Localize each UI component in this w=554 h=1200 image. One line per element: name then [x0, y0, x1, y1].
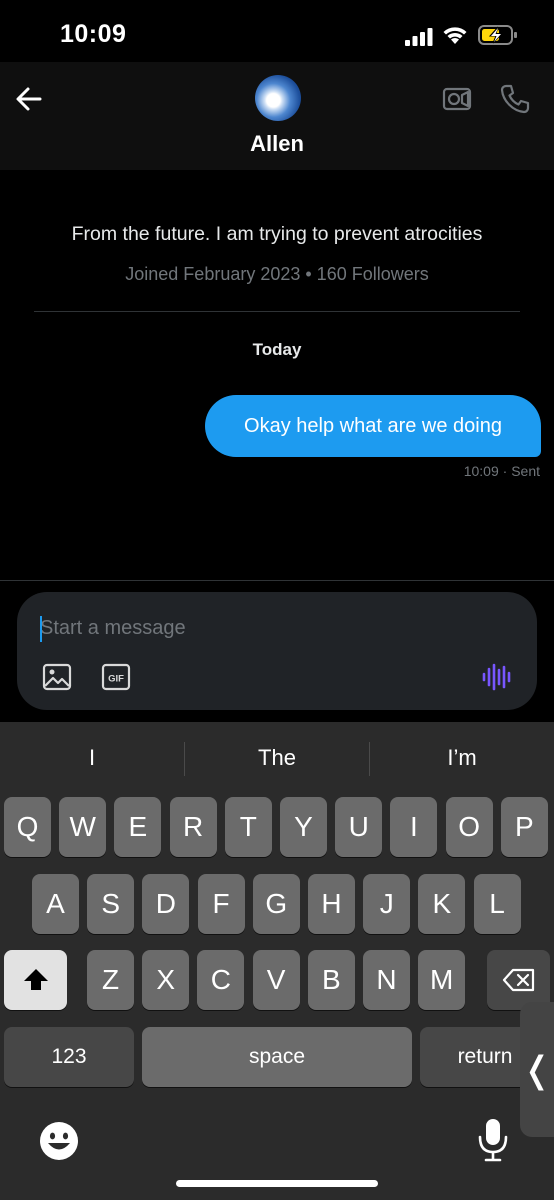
contact-name[interactable]: Allen	[0, 131, 554, 157]
keyboard: I The I’m QWERTYUIOP ASDFGHJKL ZXCVBNM 1…	[0, 722, 554, 1200]
key-n[interactable]: N	[363, 950, 410, 1010]
profile-bio: From the future. I am trying to prevent …	[71, 223, 483, 245]
key-l[interactable]: L	[473, 874, 521, 934]
emoji-icon[interactable]	[38, 1120, 80, 1162]
cellular-signal-icon	[405, 28, 433, 46]
key-i[interactable]: I	[390, 797, 438, 857]
key-x[interactable]: X	[142, 950, 190, 1010]
numbers-key[interactable]: 123	[4, 1027, 134, 1087]
keyboard-side-handle[interactable]: ❬	[520, 1002, 554, 1137]
status-time: 10:09	[60, 20, 127, 48]
key-u[interactable]: U	[335, 797, 383, 857]
key-r[interactable]: R	[169, 797, 217, 857]
key-a[interactable]: A	[32, 874, 79, 934]
conversation-header: Allen	[0, 62, 554, 170]
key-v[interactable]: V	[252, 950, 300, 1010]
image-icon[interactable]	[42, 662, 72, 692]
suggestion-bar: I The I’m	[0, 734, 554, 782]
key-h[interactable]: H	[308, 874, 355, 934]
avatar[interactable]	[255, 75, 301, 121]
voice-waveform-icon[interactable]	[479, 660, 513, 694]
shift-icon	[23, 969, 48, 990]
battery-charging-icon	[478, 25, 517, 45]
key-b[interactable]: B	[307, 950, 355, 1010]
message-input[interactable]	[40, 612, 440, 644]
delete-key[interactable]	[487, 950, 550, 1010]
key-t[interactable]: T	[224, 797, 272, 857]
wifi-icon	[443, 27, 467, 44]
home-indicator	[176, 1180, 378, 1187]
message-status: 10:09 · Sent	[463, 463, 540, 479]
key-c[interactable]: C	[197, 950, 245, 1010]
key-e[interactable]: E	[114, 797, 162, 857]
divider	[34, 311, 520, 312]
suggestion-item[interactable]: The	[185, 734, 369, 782]
microphone-icon[interactable]	[476, 1117, 510, 1163]
key-p[interactable]: P	[500, 797, 548, 857]
status-bar: 10:09	[0, 0, 554, 62]
divider	[0, 580, 554, 581]
suggestion-item[interactable]: I’m	[370, 734, 554, 782]
video-camera-icon[interactable]	[440, 82, 474, 116]
key-d[interactable]: D	[142, 874, 190, 934]
arrow-left-icon[interactable]	[12, 82, 46, 116]
key-y[interactable]: Y	[280, 797, 327, 857]
backspace-icon	[502, 968, 534, 992]
phone-icon[interactable]	[498, 82, 532, 116]
key-g[interactable]: G	[252, 874, 300, 934]
text-cursor	[40, 616, 42, 642]
key-s[interactable]: S	[87, 874, 135, 934]
key-f[interactable]: F	[197, 874, 245, 934]
key-m[interactable]: M	[418, 950, 466, 1010]
space-key[interactable]: space	[142, 1027, 412, 1087]
key-o[interactable]: O	[445, 797, 493, 857]
date-separator: Today	[252, 340, 302, 359]
key-w[interactable]: W	[59, 797, 107, 857]
key-z[interactable]: Z	[87, 950, 134, 1010]
shift-key[interactable]	[4, 950, 67, 1010]
key-q[interactable]: Q	[4, 797, 51, 857]
message-composer: GIF	[17, 592, 537, 710]
gif-label: GIF	[108, 674, 124, 685]
key-j[interactable]: J	[363, 874, 411, 934]
key-k[interactable]: K	[418, 874, 466, 934]
sent-message-bubble[interactable]: Okay help what are we doing	[205, 395, 541, 457]
profile-meta: Joined February 2023 • 160 Followers	[125, 264, 429, 284]
suggestion-item[interactable]: I	[0, 734, 184, 782]
gif-icon[interactable]: GIF	[101, 662, 131, 692]
